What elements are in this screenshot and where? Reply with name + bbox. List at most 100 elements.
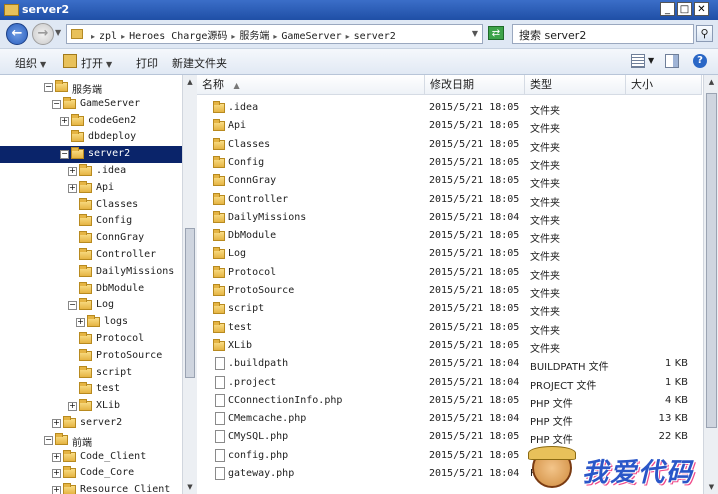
table-row[interactable]: DailyMissions 2015/5/21 18:04 文件夹 bbox=[197, 209, 702, 227]
tree-item[interactable]: Controller bbox=[0, 247, 182, 264]
table-row[interactable]: .buildpath 2015/5/21 18:04 BUILDPATH 文件 1 K… bbox=[197, 355, 702, 373]
column-type[interactable]: 类型 bbox=[525, 75, 626, 94]
expand-icon[interactable]: + bbox=[68, 183, 77, 193]
expand-icon[interactable]: + bbox=[76, 318, 85, 328]
table-row[interactable]: Classes 2015/5/21 18:05 文件夹 bbox=[197, 136, 702, 154]
collapse-icon[interactable]: − bbox=[44, 435, 53, 445]
table-row[interactable]: XLib 2015/5/21 18:05 文件夹 bbox=[197, 337, 702, 355]
tree-item[interactable]: + codeGen2 bbox=[0, 113, 182, 130]
open-button[interactable]: 打开 ▼ bbox=[81, 55, 112, 71]
table-row[interactable]: test 2015/5/21 18:05 文件夹 bbox=[197, 319, 702, 337]
scroll-up-arrow-icon[interactable]: ▲ bbox=[183, 75, 197, 89]
tree-item[interactable]: − 前端 bbox=[0, 432, 182, 449]
organize-button[interactable]: 组织 ▼ bbox=[15, 55, 46, 71]
tree-item[interactable]: test bbox=[0, 381, 182, 398]
minimize-button[interactable]: _ bbox=[660, 2, 675, 16]
tree-item[interactable]: − GameServer bbox=[0, 96, 182, 113]
collapse-icon[interactable]: − bbox=[68, 301, 77, 311]
file-scrollbar[interactable]: ▲ ▼ bbox=[703, 75, 718, 494]
new-folder-button[interactable]: 新建文件夹 bbox=[172, 55, 227, 71]
scroll-up-arrow-icon[interactable]: ▲ bbox=[704, 75, 718, 89]
column-name[interactable]: 名称 ▲ bbox=[197, 75, 425, 94]
preview-pane-icon[interactable] bbox=[665, 54, 679, 68]
table-row[interactable]: Config 2015/5/21 18:05 文件夹 bbox=[197, 154, 702, 172]
tree-item-label: GameServer bbox=[80, 97, 141, 109]
tree-item[interactable]: script bbox=[0, 365, 182, 382]
scroll-down-arrow-icon[interactable]: ▼ bbox=[183, 480, 197, 494]
forward-button[interactable]: → bbox=[32, 23, 54, 45]
table-row[interactable]: Api 2015/5/21 18:05 文件夹 bbox=[197, 117, 702, 135]
expand-icon[interactable]: + bbox=[52, 486, 61, 494]
expand-icon[interactable]: + bbox=[60, 116, 69, 126]
tree-item[interactable]: + XLib bbox=[0, 398, 182, 415]
tree-item[interactable]: + Code_Core bbox=[0, 465, 182, 482]
table-row[interactable]: Protocol 2015/5/21 18:05 文件夹 bbox=[197, 264, 702, 282]
chevron-down-icon[interactable]: ▼ bbox=[472, 29, 478, 38]
breadcrumb-item[interactable]: GameServer bbox=[281, 31, 341, 42]
breadcrumb-item[interactable]: server2 bbox=[354, 31, 396, 42]
table-row[interactable]: .idea 2015/5/21 18:05 文件夹 bbox=[197, 99, 702, 117]
table-row[interactable]: CConnectionInfo.php 2015/5/21 18:05 PHP 文件… bbox=[197, 392, 702, 410]
breadcrumb-item[interactable]: 服务端 bbox=[239, 31, 269, 42]
table-row[interactable]: CMySQL.php 2015/5/21 18:05 PHP 文件 22 KB bbox=[197, 428, 702, 446]
help-icon[interactable]: ? bbox=[693, 54, 707, 68]
table-row[interactable]: script 2015/5/21 18:05 文件夹 bbox=[197, 300, 702, 318]
scroll-thumb[interactable] bbox=[185, 228, 195, 378]
tree-item[interactable]: ProtoSource bbox=[0, 348, 182, 365]
tree-item[interactable]: + Code_Client bbox=[0, 449, 182, 466]
file-date: 2015/5/21 18:05 bbox=[429, 156, 520, 168]
column-date[interactable]: 修改日期 bbox=[425, 75, 525, 94]
scroll-thumb[interactable] bbox=[706, 93, 717, 428]
expand-icon[interactable]: + bbox=[52, 452, 61, 462]
maximize-button[interactable]: □ bbox=[677, 2, 692, 16]
tree-item[interactable]: Config bbox=[0, 213, 182, 230]
chevron-down-icon[interactable]: ▼ bbox=[55, 28, 61, 37]
table-row[interactable]: Controller 2015/5/21 18:05 文件夹 bbox=[197, 191, 702, 209]
tree-item[interactable]: + Resource_Client bbox=[0, 482, 182, 494]
table-row[interactable]: DbModule 2015/5/21 18:05 文件夹 bbox=[197, 227, 702, 245]
print-button[interactable]: 打印 bbox=[136, 55, 158, 71]
tree-item[interactable]: DbModule bbox=[0, 281, 182, 298]
breadcrumb-separator-icon[interactable]: ▸ bbox=[121, 32, 125, 41]
search-input[interactable]: 搜索 server2 bbox=[512, 24, 694, 44]
tree-item[interactable]: − Log bbox=[0, 297, 182, 314]
tree-item[interactable]: + .idea bbox=[0, 163, 182, 180]
breadcrumb-separator-icon[interactable]: ▸ bbox=[91, 32, 95, 41]
expand-icon[interactable]: + bbox=[52, 419, 61, 428]
close-button[interactable]: ✕ bbox=[694, 2, 709, 16]
tree-item[interactable]: DailyMissions bbox=[0, 264, 182, 281]
tree-item[interactable]: + Api bbox=[0, 180, 182, 197]
tree-item[interactable]: ConnGray bbox=[0, 230, 182, 247]
breadcrumb-separator-icon[interactable]: ▸ bbox=[346, 32, 350, 41]
column-size[interactable]: 大小 bbox=[626, 75, 702, 94]
breadcrumb-item[interactable]: zpl bbox=[99, 31, 117, 42]
collapse-icon[interactable]: − bbox=[60, 150, 69, 160]
expand-icon[interactable]: + bbox=[52, 469, 61, 479]
back-button[interactable]: ← bbox=[6, 23, 28, 45]
refresh-button[interactable]: ⇄ bbox=[488, 26, 504, 40]
tree-item[interactable]: − server2 bbox=[0, 146, 182, 164]
view-icon[interactable] bbox=[631, 54, 645, 68]
chevron-down-icon[interactable]: ▼ bbox=[648, 56, 654, 65]
breadcrumb-separator-icon[interactable]: ▸ bbox=[231, 32, 235, 41]
tree-item[interactable]: − 服务端 bbox=[0, 79, 182, 96]
expand-icon[interactable]: + bbox=[68, 402, 77, 412]
search-icon[interactable]: ⚲ bbox=[696, 25, 713, 42]
breadcrumb-item[interactable]: Heroes Charge源码 bbox=[129, 31, 227, 42]
table-row[interactable]: ProtoSource 2015/5/21 18:05 文件夹 bbox=[197, 282, 702, 300]
table-row[interactable]: ConnGray 2015/5/21 18:05 文件夹 bbox=[197, 172, 702, 190]
nav-scrollbar[interactable]: ▲ ▼ bbox=[182, 75, 197, 494]
collapse-icon[interactable]: − bbox=[52, 99, 61, 109]
breadcrumb[interactable]: ▸ zpl ▸ Heroes Charge源码 ▸ 服务端 ▸ GameServer ▸ serv… bbox=[66, 24, 483, 44]
tree-item[interactable]: Protocol bbox=[0, 331, 182, 348]
breadcrumb-separator-icon[interactable]: ▸ bbox=[273, 32, 277, 41]
tree-item[interactable]: dbdeploy bbox=[0, 129, 182, 146]
expand-icon[interactable]: + bbox=[68, 167, 77, 176]
table-row[interactable]: CMemcache.php 2015/5/21 18:04 PHP 文件 13 KB bbox=[197, 410, 702, 428]
tree-item[interactable]: + server2 bbox=[0, 415, 182, 432]
tree-item[interactable]: Classes bbox=[0, 197, 182, 214]
tree-item[interactable]: + logs bbox=[0, 314, 182, 331]
table-row[interactable]: Log 2015/5/21 18:05 文件夹 bbox=[197, 245, 702, 263]
collapse-icon[interactable]: − bbox=[44, 83, 53, 92]
table-row[interactable]: .project 2015/5/21 18:04 PROJECT 文件 1 KB bbox=[197, 374, 702, 392]
